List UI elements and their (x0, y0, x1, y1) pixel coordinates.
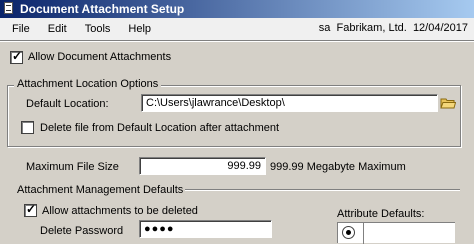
menu-help[interactable]: Help (119, 23, 160, 35)
attribute-defaults-label: Attribute Defaults: (337, 208, 425, 220)
menu-file[interactable]: File (0, 23, 39, 35)
session-info: sa Fabrikam, Ltd. 12/04/2017 (319, 22, 468, 34)
folder-icon (440, 98, 456, 109)
document-attachment-setup-window: Document Attachment Setup File Edit Tool… (0, 0, 474, 244)
default-location-label: Default Location: (26, 98, 109, 110)
window-title: Document Attachment Setup (20, 2, 185, 16)
location-options-title: Attachment Location Options (14, 78, 162, 90)
max-file-size-hint: 999.99 Megabyte Maximum (270, 161, 406, 173)
max-file-size-label: Maximum File Size (26, 161, 119, 173)
management-divider (185, 189, 460, 191)
allow-attachments-label: Allow Document Attachments (28, 51, 172, 63)
session-date: 12/04/2017 (412, 22, 468, 34)
delete-after-attach-label: Delete file from Default Location after … (40, 122, 280, 134)
menu-divider (0, 40, 474, 42)
session-company: Fabrikam, Ltd. (336, 22, 407, 34)
attribute-defaults-list[interactable] (337, 222, 455, 244)
title-bar[interactable]: Document Attachment Setup (0, 0, 474, 18)
allow-attachments-checkbox[interactable]: ✓ (10, 49, 23, 64)
management-defaults-title: Attachment Management Defaults (17, 184, 184, 196)
menu-bar: File Edit Tools Help sa Fabrikam, Ltd. 1… (0, 18, 474, 40)
document-icon (2, 2, 16, 16)
allow-delete-label: Allow attachments to be deleted (42, 205, 198, 217)
attribute-default-radio[interactable] (342, 226, 355, 239)
menu-edit[interactable]: Edit (39, 23, 76, 35)
menu-tools[interactable]: Tools (76, 23, 120, 35)
max-file-size-field[interactable] (139, 157, 266, 175)
delete-password-field[interactable] (139, 220, 272, 238)
allow-delete-checkbox[interactable]: ✓ (24, 202, 37, 217)
session-user: sa (318, 22, 331, 34)
browse-folder-button[interactable] (439, 94, 457, 112)
default-location-field[interactable] (141, 94, 438, 112)
delete-after-attach-checkbox[interactable] (21, 121, 34, 134)
delete-password-label: Delete Password (40, 225, 124, 237)
